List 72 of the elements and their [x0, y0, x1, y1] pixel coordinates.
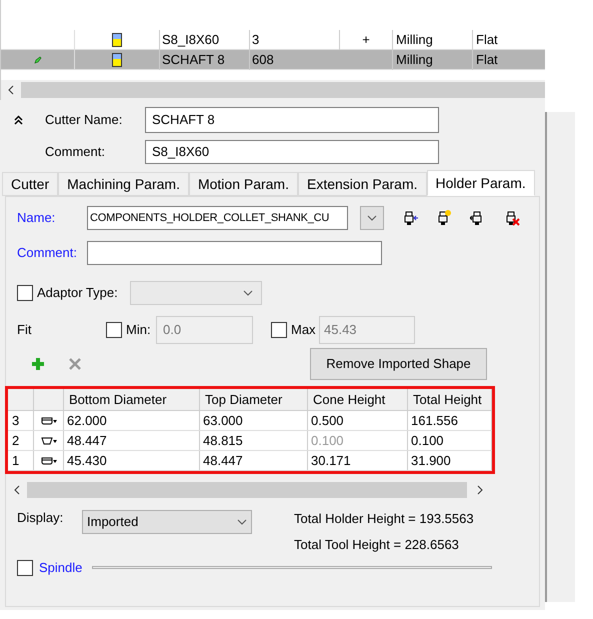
chevron-down-icon [237, 519, 247, 525]
spindle-label: Spindle [39, 559, 82, 577]
column-header[interactable]: Cone Height [308, 389, 408, 410]
tab[interactable]: Machining Param. [58, 172, 189, 196]
comment-label: Comment: [45, 143, 106, 162]
pencil-icon [34, 56, 42, 64]
row-number: 3 [8, 411, 34, 430]
chevron-down-icon [243, 290, 253, 296]
total-tool-height: Total Tool Height = 228.6563 [294, 536, 460, 554]
checkbox[interactable] [271, 322, 287, 338]
checkbox[interactable] [106, 322, 122, 338]
table-cell: 45.430 [64, 451, 200, 470]
holder-comment-field[interactable] [87, 241, 382, 265]
table-cell: 0.100 [408, 431, 492, 450]
table-cell: 48.447 [200, 451, 308, 470]
name-label: Name: [17, 209, 56, 228]
table-cell: 62.000 [64, 411, 200, 430]
cutter-name-field[interactable]: SCHAFT 8 [145, 107, 439, 133]
cone-icon[interactable] [40, 436, 56, 444]
comment-field[interactable]: S8_I8X60 [145, 140, 439, 164]
scroll-right-icon[interactable] [476, 485, 482, 495]
cylinder-icon[interactable] [40, 416, 56, 424]
tool-row[interactable]: SCHAFT 8 608 Milling Flat [1, 50, 545, 70]
scroll-left-icon[interactable] [8, 85, 14, 95]
tool-number: 608 [249, 50, 339, 70]
tool-row[interactable]: S8_I8X60 3 + Milling Flat [1, 30, 545, 50]
adaptor-type-label: Adaptor Type: [37, 284, 119, 302]
tab[interactable]: Extension Param. [298, 172, 426, 196]
table-cell: 48.447 [64, 431, 200, 450]
tool-icon [112, 52, 122, 66]
cutter-name-label: Cutter Name: [45, 111, 124, 130]
comment-label: Comment: [17, 244, 78, 262]
cylinder-icon[interactable] [40, 456, 56, 464]
min-label: Min: [126, 321, 152, 340]
table-cell: 30.171 [308, 451, 408, 470]
min-field[interactable]: 0.0 [156, 316, 253, 344]
display-dropdown[interactable]: Imported [82, 510, 252, 534]
column-header[interactable]: Bottom Diameter [64, 389, 200, 410]
collapse-icon[interactable] [14, 115, 23, 125]
display-value: Imported [87, 513, 138, 532]
horizontal-scrollbar[interactable] [1, 80, 545, 100]
holder-new-icon[interactable] [436, 210, 452, 226]
row-number: 2 [8, 431, 34, 450]
total-holder-height: Total Holder Height = 193.5563 [294, 510, 474, 528]
tool-name: SCHAFT 8 [159, 50, 249, 70]
add-icon[interactable] [31, 357, 45, 371]
chevron-down-icon [367, 215, 377, 221]
display-label: Display: [17, 509, 64, 527]
tab[interactable]: Motion Param. [188, 172, 298, 196]
column-header[interactable]: Top Diameter [200, 389, 308, 410]
scroll-left-icon[interactable] [14, 485, 20, 495]
table-cell: 63.000 [200, 411, 308, 430]
remove-imported-shape-button[interactable]: Remove Imported Shape [310, 348, 487, 380]
table-cell: 161.556 [408, 411, 492, 430]
table-cell: 48.815 [200, 431, 308, 450]
holder-name-field[interactable]: COMPONENTS_HOLDER_COLLET_SHANK_CU [87, 206, 348, 230]
holder-delete-icon[interactable] [504, 210, 520, 226]
tab[interactable]: Holder Param. [426, 170, 535, 196]
table-cell: 0.100 [308, 431, 408, 450]
tool-icon [112, 32, 122, 46]
max-label: Max [291, 321, 317, 340]
fit-label: Fit [17, 321, 32, 340]
max-field[interactable]: 45.43 [319, 316, 415, 344]
checkbox[interactable] [17, 285, 33, 301]
row-number: 1 [8, 451, 34, 470]
tab[interactable]: Cutter [2, 172, 58, 196]
tool-type: Milling [392, 50, 472, 70]
column-header[interactable]: Total Height [408, 389, 492, 410]
checkbox[interactable] [17, 560, 33, 576]
table-cell: 31.900 [408, 451, 492, 470]
table-cell: 0.500 [308, 411, 408, 430]
holder-import-icon[interactable] [402, 210, 418, 226]
